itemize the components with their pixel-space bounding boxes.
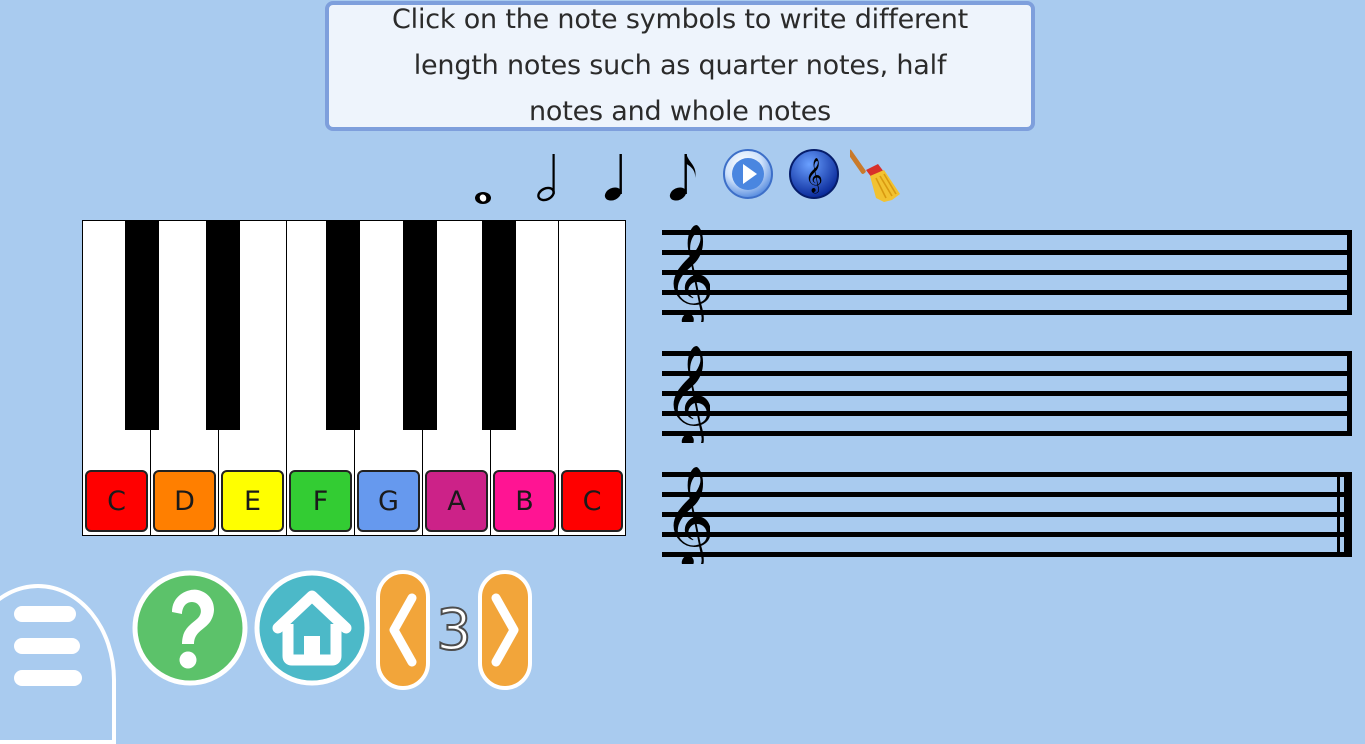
treble-clef-button[interactable]: 𝄞 bbox=[788, 148, 840, 200]
chevron-right-icon bbox=[478, 570, 532, 690]
staff-line bbox=[662, 431, 1352, 436]
next-page-button[interactable] bbox=[478, 570, 532, 690]
staff-line bbox=[662, 250, 1352, 255]
hamburger-icon bbox=[14, 606, 76, 622]
instructions-line-3: notes and whole notes bbox=[529, 96, 831, 127]
svg-text:𝄞: 𝄞 bbox=[805, 158, 823, 194]
key-label-e: E bbox=[221, 470, 284, 532]
page-number: 3 bbox=[435, 597, 473, 664]
help-button[interactable] bbox=[132, 570, 248, 686]
barline bbox=[1347, 230, 1352, 315]
staff-line bbox=[662, 230, 1352, 235]
whole-note-icon bbox=[475, 192, 491, 204]
play-button[interactable] bbox=[722, 148, 774, 200]
black-key-a-sharp[interactable] bbox=[482, 221, 516, 430]
white-key-high-c[interactable]: C bbox=[559, 221, 625, 535]
staff-line bbox=[662, 351, 1352, 356]
eighth-note-button[interactable] bbox=[662, 148, 708, 204]
instructions-panel: Click on the note symbols to write diffe… bbox=[325, 1, 1035, 131]
key-label-a: A bbox=[425, 470, 488, 532]
barline bbox=[1347, 351, 1352, 436]
staff-line bbox=[662, 371, 1352, 376]
clear-button[interactable] bbox=[850, 146, 902, 204]
staff-line bbox=[662, 552, 1352, 557]
half-note-button[interactable] bbox=[526, 148, 572, 204]
staff-line bbox=[662, 512, 1352, 517]
staff-line bbox=[662, 492, 1352, 497]
staff-line bbox=[662, 411, 1352, 416]
key-label-c: C bbox=[85, 470, 148, 532]
key-label-g: G bbox=[357, 470, 420, 532]
music-staff-1[interactable]: 𝄞 bbox=[662, 224, 1352, 322]
home-icon bbox=[254, 570, 370, 686]
instructions-text: Click on the note symbols to write diffe… bbox=[392, 0, 968, 135]
staff-line bbox=[662, 472, 1352, 477]
instructions-line-1: Click on the note symbols to write diffe… bbox=[391, 4, 969, 35]
svg-text:𝄞: 𝄞 bbox=[668, 466, 710, 564]
key-label-high-c: C bbox=[561, 470, 623, 532]
staff-line bbox=[662, 391, 1352, 396]
whole-note-button[interactable] bbox=[460, 156, 506, 212]
staff-line bbox=[662, 290, 1352, 295]
staff-line bbox=[662, 532, 1352, 537]
chevron-left-icon bbox=[376, 570, 430, 690]
black-key-d-sharp[interactable] bbox=[206, 221, 240, 430]
black-key-g-sharp[interactable] bbox=[403, 221, 437, 430]
treble-clef-icon: 𝄞 bbox=[789, 149, 839, 199]
staff-line bbox=[662, 310, 1352, 315]
piano-keyboard: C D E F G A B C bbox=[82, 220, 626, 536]
svg-text:𝄞: 𝄞 bbox=[668, 224, 710, 322]
half-note-icon bbox=[537, 154, 555, 202]
quarter-note-icon bbox=[604, 154, 622, 201]
instructions-line-2: length notes such as quarter notes, half bbox=[413, 50, 947, 81]
treble-clef-icon: 𝄞 bbox=[668, 466, 710, 564]
key-label-b: B bbox=[493, 470, 556, 532]
previous-page-button[interactable] bbox=[376, 570, 430, 690]
treble-clef-icon: 𝄞 bbox=[668, 345, 710, 443]
broom-icon bbox=[850, 149, 900, 202]
treble-clef-icon: 𝄞 bbox=[668, 224, 710, 322]
staff-line bbox=[662, 270, 1352, 275]
black-key-c-sharp[interactable] bbox=[125, 221, 159, 430]
quarter-note-button[interactable] bbox=[594, 148, 640, 204]
black-key-f-sharp[interactable] bbox=[326, 221, 360, 430]
question-mark-icon bbox=[132, 570, 248, 686]
music-staff-2[interactable]: 𝄞 bbox=[662, 345, 1352, 443]
eighth-note-icon bbox=[669, 154, 696, 201]
barline-thin bbox=[1337, 472, 1340, 557]
key-label-d: D bbox=[153, 470, 216, 532]
hamburger-icon bbox=[14, 670, 82, 686]
play-icon bbox=[723, 149, 773, 199]
barline-final bbox=[1344, 472, 1352, 557]
hamburger-icon bbox=[14, 638, 80, 654]
music-staff-3[interactable]: 𝄞 bbox=[662, 466, 1352, 564]
menu-button[interactable] bbox=[0, 584, 116, 744]
home-button[interactable] bbox=[254, 570, 370, 686]
key-label-f: F bbox=[289, 470, 352, 532]
svg-text:𝄞: 𝄞 bbox=[668, 345, 710, 443]
